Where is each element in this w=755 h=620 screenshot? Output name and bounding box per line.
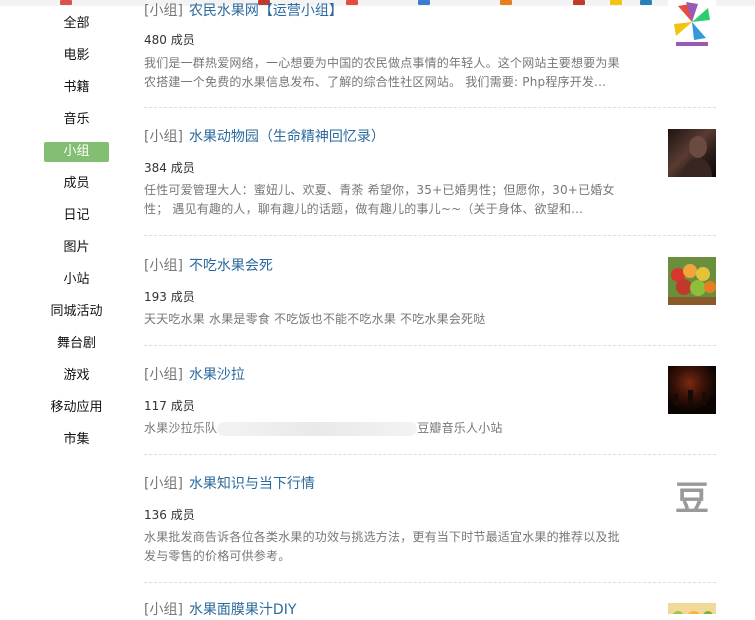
sidebar-item-events[interactable]: 同城活动	[44, 302, 109, 322]
result-separator	[144, 107, 716, 108]
result-title-link[interactable]: 水果面膜果汁DIY	[189, 602, 296, 618]
result-title-row: [小组] 不吃水果会死	[144, 256, 273, 276]
result-title-row: [小组] 农民水果网【运营小组】	[144, 1, 343, 21]
result-title-link[interactable]: 水果动物园（生命精神回忆录）	[189, 129, 385, 145]
sidebar-item-drama[interactable]: 舞台剧	[44, 334, 109, 354]
sidebar-item-diary[interactable]: 日记	[44, 206, 109, 226]
result-type-tag: [小组]	[144, 602, 183, 618]
sidebar-item-sites[interactable]: 小站	[44, 270, 109, 290]
result-type-tag: [小组]	[144, 3, 183, 19]
result-description-line: 我们是一群热爱网络，一心想要为中国的农民做点事情的年轻人。这个网站主要想要为果	[144, 56, 620, 70]
result-title-row: [小组] 水果面膜果汁DIY	[144, 600, 296, 620]
stage-performance-icon	[674, 390, 706, 406]
redacted-text-blur	[217, 421, 418, 436]
result-title-link[interactable]: 水果沙拉	[189, 367, 245, 383]
result-description-prefix: 水果沙拉乐队	[144, 421, 218, 435]
sidebar-item-groups[interactable]: 小组	[44, 142, 109, 162]
group-thumbnail[interactable]	[668, 603, 716, 614]
member-count: 384 成员	[144, 161, 195, 175]
fruit-slices-icon	[672, 611, 713, 614]
result-title-row: [小组] 水果沙拉	[144, 365, 245, 385]
sidebar-item-photos[interactable]: 图片	[44, 238, 109, 258]
search-results-list: [小组] 农民水果网【运营小组】 480 成员 我们是一群热爱网络，一心想要为中国…	[144, 0, 755, 618]
result-description: 天天吃水果 水果是零食 不吃饭也不能不吃水果 不吃水果会死哒	[144, 310, 654, 329]
member-count: 136 成员	[144, 508, 195, 522]
result-description-line: 农搭建一个免费的水果信息发布、了解的综合性社区网站。 我们需要: Php程序开发…	[144, 75, 607, 89]
sidebar-item-mobile-apps[interactable]: 移动应用	[44, 398, 109, 418]
sidebar-item-members[interactable]: 成员	[44, 174, 109, 194]
result-separator	[144, 454, 716, 455]
group-thumbnail[interactable]	[668, 257, 716, 305]
result-type-tag: [小组]	[144, 476, 183, 492]
sidebar-item-market[interactable]: 市集	[44, 430, 109, 450]
result-title-row: [小组] 水果知识与当下行情	[144, 474, 315, 494]
result-type-tag: [小组]	[144, 129, 183, 145]
category-sidebar: 全部 电影 书籍 音乐 小组 成员 日记 图片 小站 同城活动 舞台剧 游戏 移…	[0, 0, 150, 614]
sidebar-item-all[interactable]: 全部	[44, 14, 109, 34]
group-thumbnail[interactable]	[668, 129, 716, 177]
result-type-tag: [小组]	[144, 367, 183, 383]
result-description: 我们是一群热爱网络，一心想要为中国的农民做点事情的年轻人。这个网站主要想要为果 …	[144, 54, 654, 92]
result-title-link[interactable]: 农民水果网【运营小组】	[189, 3, 343, 19]
result-description-line: 发与零售的价格可供参考。	[144, 549, 291, 563]
result-description-line: 性； 遇见有趣的人，聊有趣儿的话题，做有趣儿的事儿~~（关于身体、欲望和...	[144, 202, 584, 216]
group-thumbnail[interactable]	[668, 0, 716, 48]
sidebar-item-music[interactable]: 音乐	[44, 110, 109, 130]
result-description-line: 水果批发商告诉各位各类水果的功效与挑选方法，更有当下时节最适宜水果的推荐以及批	[144, 530, 620, 544]
result-description: 水果批发商告诉各位各类水果的功效与挑选方法，更有当下时节最适宜水果的推荐以及批 …	[144, 528, 654, 566]
result-separator	[144, 582, 716, 583]
result-separator	[144, 345, 716, 346]
sidebar-item-books[interactable]: 书籍	[44, 78, 109, 98]
result-title-link[interactable]: 不吃水果会死	[189, 258, 273, 274]
result-description: 水果沙拉乐队 豆瓣音乐人小站	[144, 419, 654, 438]
member-count: 117 成员	[144, 399, 195, 413]
result-description-line: 天天吃水果 水果是零食 不吃饭也不能不吃水果 不吃水果会死哒	[144, 312, 486, 326]
douban-default-icon[interactable]: 豆	[668, 475, 716, 523]
sidebar-item-games[interactable]: 游戏	[44, 366, 109, 386]
member-count: 193 成员	[144, 290, 195, 304]
result-description-suffix: 豆瓣音乐人小站	[417, 421, 503, 435]
sidebar-item-movies[interactable]: 电影	[44, 46, 109, 66]
result-title-link[interactable]: 水果知识与当下行情	[189, 476, 315, 492]
result-type-tag: [小组]	[144, 258, 183, 274]
result-description: 任性可爱管理大人：蜜妞儿、欢夏、青荼 希望你，35+已婚男性；但愿你，30+已婚…	[144, 181, 654, 219]
group-thumbnail[interactable]	[668, 366, 716, 414]
portrait-silhouette-icon	[682, 136, 712, 177]
result-separator	[144, 235, 716, 236]
result-title-row: [小组] 水果动物园（生命精神回忆录）	[144, 127, 385, 147]
result-description-line: 任性可爱管理大人：蜜妞儿、欢夏、青荼 希望你，35+已婚男性；但愿你，30+已婚…	[144, 183, 615, 197]
pinwheel-logo-icon	[674, 2, 710, 46]
member-count: 480 成员	[144, 33, 195, 47]
fruit-basket-icon	[668, 257, 716, 305]
